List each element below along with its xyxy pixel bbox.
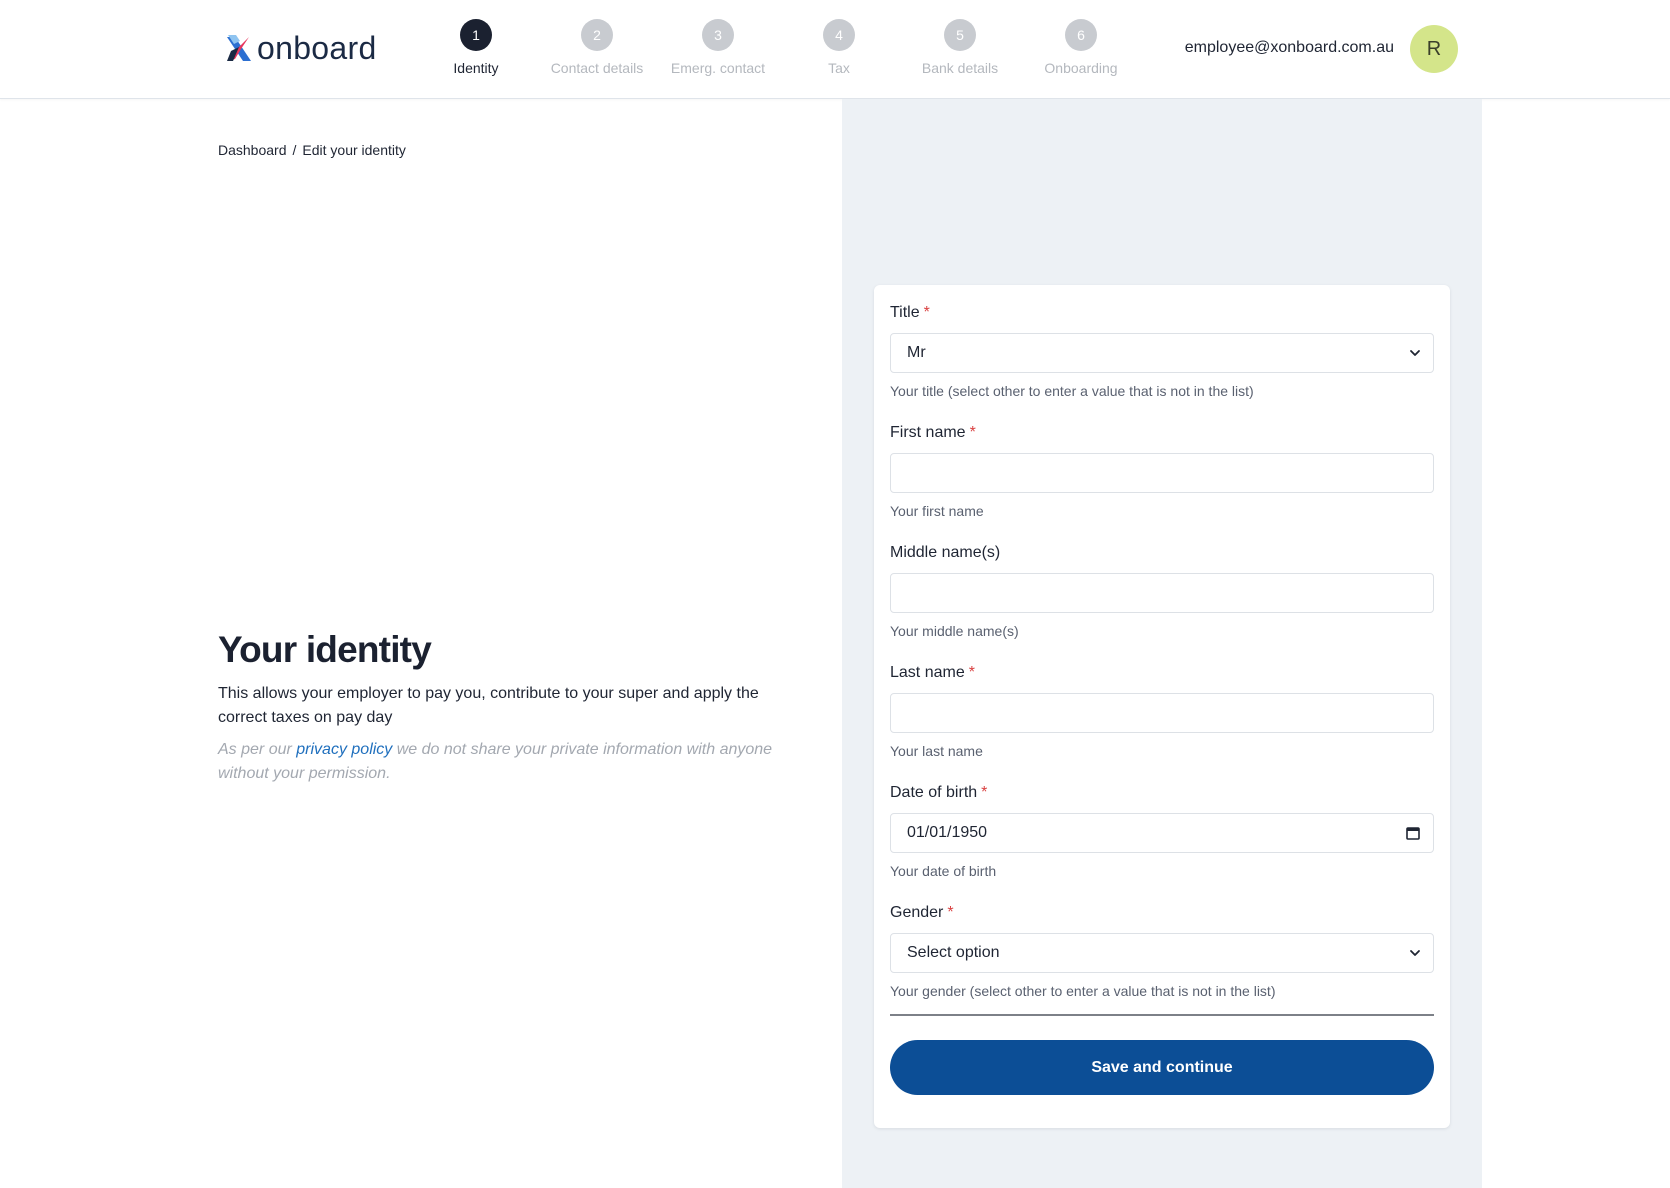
title-field: Title * Mr Your title (select other to en…	[890, 303, 1434, 400]
label-text: Middle name(s)	[890, 544, 1001, 561]
required-marker: *	[969, 424, 976, 441]
date-of-birth-value: 01/01/1950	[907, 824, 988, 841]
step-bank-details[interactable]: 5 Bank details	[895, 19, 1025, 76]
privacy-note: As per our privacy policy we do not shar…	[218, 738, 798, 786]
chevron-down-icon	[1410, 350, 1420, 356]
breadcrumb-dashboard-link[interactable]: Dashboard	[218, 142, 287, 158]
gender-help-text: Your gender (select other to enter a val…	[890, 983, 1276, 999]
label-text: Gender	[890, 904, 944, 921]
middle-name-input[interactable]	[890, 573, 1434, 613]
page-title: Your identity	[218, 629, 432, 670]
user-email: employee@xonboard.com.au	[1184, 39, 1394, 56]
date-of-birth-help-text: Your date of birth	[890, 863, 997, 879]
xonboard-logo[interactable]: onboard	[225, 30, 377, 66]
date-of-birth-label: Date of birth *	[890, 783, 1434, 803]
breadcrumb: Dashboard / Edit your identity	[218, 142, 406, 158]
step-label: Emerg. contact	[670, 60, 766, 76]
breadcrumb-separator: /	[292, 142, 297, 158]
last-name-help-text: Your last name	[890, 743, 983, 759]
first-name-label: First name *	[890, 423, 1434, 443]
middle-name-label: Middle name(s)	[890, 543, 1434, 563]
step-number: 5	[944, 19, 976, 51]
date-of-birth-input[interactable]: 01/01/1950	[890, 813, 1434, 853]
middle-name-help-text: Your middle name(s)	[890, 623, 1019, 639]
step-number: 6	[1065, 19, 1097, 51]
x-logo-mark-icon	[227, 35, 251, 61]
title-help-text: Your title (select other to enter a valu…	[890, 383, 1254, 399]
step-emergency-contact[interactable]: 3 Emerg. contact	[653, 19, 783, 76]
step-label: Tax	[828, 60, 850, 76]
logo-text: onboard	[257, 30, 377, 66]
label-text: Last name	[890, 664, 965, 681]
first-name-field: First name * Your first name	[890, 423, 1434, 520]
step-contact-details[interactable]: 2 Contact details	[532, 19, 662, 76]
first-name-input[interactable]	[890, 453, 1434, 493]
identity-form-card: Title * Mr Your title (select other to en…	[874, 285, 1450, 1128]
privacy-prefix: As per our	[218, 741, 297, 758]
first-name-help-text: Your first name	[890, 503, 984, 519]
breadcrumb-current: Edit your identity	[302, 142, 406, 158]
gender-label: Gender *	[890, 903, 1434, 923]
step-label: Contact details	[550, 60, 644, 76]
save-and-continue-button[interactable]: Save and continue	[890, 1040, 1434, 1095]
date-of-birth-field: Date of birth * 01/01/1950 Your date of b…	[890, 783, 1434, 880]
gender-select-value: Select option	[907, 944, 1000, 961]
privacy-policy-link[interactable]: privacy policy	[296, 741, 392, 758]
title-select[interactable]: Mr	[890, 333, 1434, 373]
title-select-value: Mr	[907, 344, 926, 361]
last-name-field: Last name * Your last name	[890, 663, 1434, 760]
form-divider	[890, 1014, 1434, 1016]
gender-field: Gender * Select option Your gender (selec…	[890, 903, 1434, 1000]
label-text: First name	[890, 424, 966, 441]
identity-intro: Your identity This allows your employer …	[218, 628, 798, 786]
step-tax[interactable]: 4 Tax	[774, 19, 904, 76]
step-number: 1	[460, 19, 492, 51]
middle-name-field: Middle name(s) Your middle name(s)	[890, 543, 1434, 640]
required-marker: *	[968, 664, 975, 681]
label-text: Date of birth	[890, 784, 978, 801]
step-number: 3	[702, 19, 734, 51]
step-label: Bank details	[921, 60, 999, 76]
required-marker: *	[923, 304, 930, 321]
top-header: onboard 1 Identity 2 Contact details 3 E…	[0, 0, 1670, 99]
last-name-label: Last name *	[890, 663, 1434, 683]
step-label: Identity	[453, 60, 499, 76]
required-marker: *	[981, 784, 988, 801]
intro-description: This allows your employer to pay you, co…	[218, 685, 759, 726]
gender-select[interactable]: Select option	[890, 933, 1434, 973]
user-avatar[interactable]: R	[1410, 25, 1458, 73]
chevron-down-icon	[1410, 950, 1420, 956]
title-label: Title *	[890, 303, 1434, 323]
step-number: 4	[823, 19, 855, 51]
last-name-input[interactable]	[890, 693, 1434, 733]
step-onboarding[interactable]: 6 Onboarding	[1016, 19, 1146, 76]
step-identity[interactable]: 1 Identity	[411, 19, 541, 76]
step-label: Onboarding	[1044, 60, 1118, 76]
required-marker: *	[947, 904, 954, 921]
step-number: 2	[581, 19, 613, 51]
label-text: Title	[890, 304, 920, 321]
calendar-icon[interactable]	[1405, 825, 1421, 841]
